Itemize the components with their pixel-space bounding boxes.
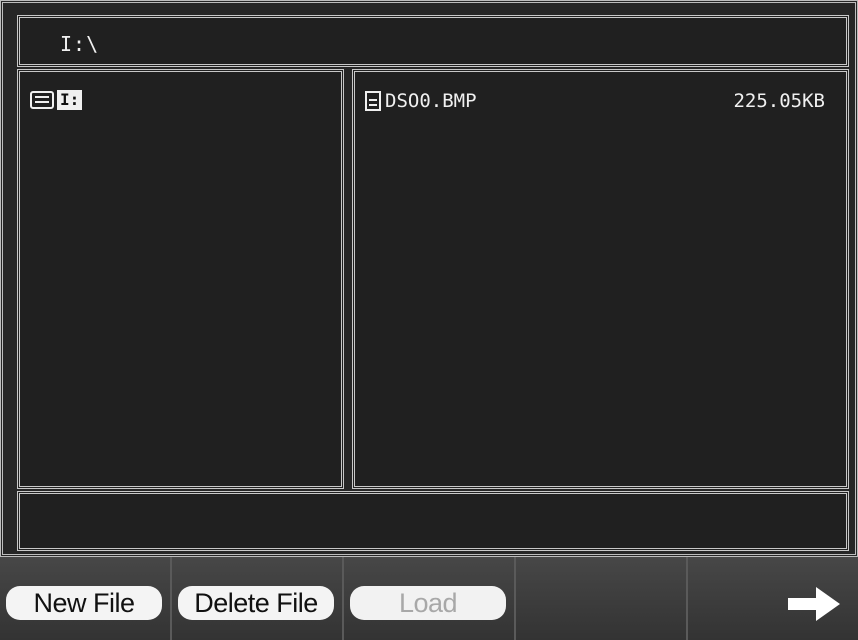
- softkey-slot-2: Delete File: [172, 557, 344, 640]
- path-bar: I:\: [17, 15, 849, 67]
- directory-tree-pane[interactable]: I:: [17, 69, 344, 489]
- softkey-slot-3: Load: [344, 557, 516, 640]
- softkey-slot-4: [516, 557, 688, 640]
- load-button[interactable]: Load: [350, 586, 506, 620]
- softkey-menu: New File Delete File Load: [0, 557, 858, 640]
- right-arrow-icon[interactable]: [786, 584, 842, 624]
- softkey-slot-1: New File: [0, 557, 172, 640]
- file-name: DSO0.BMP: [385, 90, 477, 112]
- file-manager-screen: I:\ I: DSO0.BMP 225.05KB: [0, 0, 858, 557]
- file-list-item[interactable]: DSO0.BMP 225.05KB: [365, 90, 825, 112]
- file-list-pane[interactable]: DSO0.BMP 225.05KB: [352, 69, 849, 489]
- new-file-button[interactable]: New File: [6, 586, 162, 620]
- current-path: I:\: [60, 32, 100, 56]
- drive-icon: [30, 91, 54, 109]
- file-icon: [365, 91, 381, 111]
- drive-label: I:: [57, 90, 83, 110]
- status-bar: [17, 491, 849, 551]
- tree-item-drive[interactable]: I:: [30, 90, 83, 110]
- softkey-slot-5: [688, 557, 858, 640]
- delete-file-button[interactable]: Delete File: [178, 586, 334, 620]
- file-size: 225.05KB: [733, 90, 825, 112]
